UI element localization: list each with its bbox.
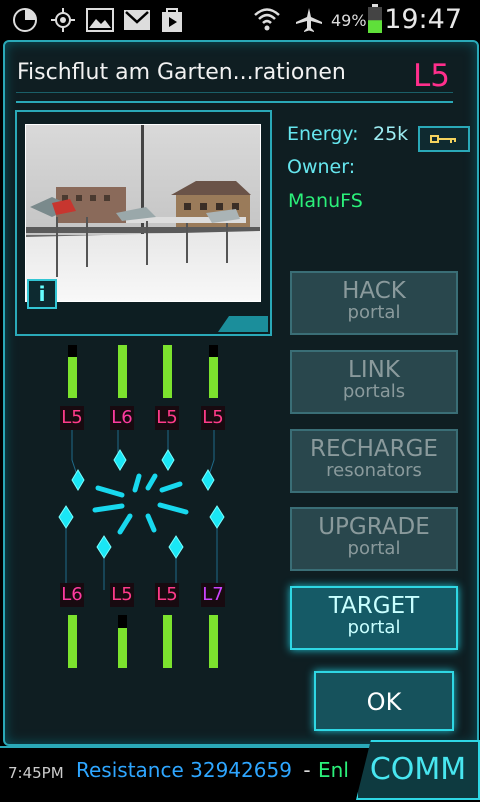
ticker-faction: Enl [318,758,349,782]
key-button[interactable] [418,126,470,152]
recharge-sublabel: resonators [326,460,422,481]
owner-name: ManuFS [288,190,363,212]
ok-button[interactable]: OK [314,671,454,731]
wifi-icon [254,8,280,31]
resonator-level-label: L5 [201,406,225,430]
resonator-node [58,505,74,529]
hack-label: HACK [342,278,406,304]
resonator-energy-bar [209,615,218,668]
link-portals-button[interactable]: LINK portals [290,350,458,414]
upgrade-portal-button[interactable]: UPGRADE portal [290,507,458,571]
resonator-energy-bar [68,357,77,398]
target-portal-button[interactable]: TARGET portal [290,586,458,650]
target-sublabel: portal [347,617,401,638]
ticker-time: 7:45PM [8,764,64,782]
energy-value: 25k [373,123,409,145]
gallery-icon [86,8,114,32]
resonator-level-label: L5 [155,583,179,607]
resonator-level-label: L5 [110,583,134,607]
title-divider-inner [16,92,453,93]
resonator-level-label: L6 [60,583,84,607]
resonator-level-label: L5 [60,406,84,430]
portal-title: Fischflut am Garten...rationen [17,60,346,85]
upgrade-sublabel: portal [347,538,401,559]
resonator-node [96,535,112,559]
hack-sublabel: portal [347,302,401,323]
title-divider [16,101,453,103]
play-store-icon [162,8,182,32]
ticker-dash: - [297,758,317,782]
resonator-node [71,469,85,491]
airplane-mode-icon [296,8,322,32]
info-button[interactable]: i [27,279,57,309]
battery-percent: 49% [331,11,367,30]
resonator-energy-bar [163,345,172,398]
resonator-level-label: L6 [110,406,134,430]
resonator-energy-bar [68,615,77,668]
portal-level-badge: L5 [413,58,450,94]
resonator-node [168,535,184,559]
resonator-node [113,449,127,471]
gmail-icon [124,10,150,30]
resonator-level-label: L5 [155,406,179,430]
portal-core-icon [92,473,189,535]
clock-icon [13,8,37,32]
energy-label: Energy: [287,123,359,145]
recharge-resonators-button[interactable]: RECHARGE resonators [290,429,458,493]
resonator-node [201,469,215,491]
battery-icon [368,4,382,33]
hack-portal-button[interactable]: HACK portal [290,271,458,335]
resonator-energy-bar [118,345,127,398]
upgrade-label: UPGRADE [318,514,430,540]
link-label: LINK [348,357,400,383]
portal-photo[interactable] [25,124,261,302]
resonator-energy-bar [118,628,127,668]
target-label: TARGET [328,593,420,619]
key-icon [430,135,456,143]
comm-button[interactable]: COMM [356,740,480,800]
resonator-energy-bar [209,357,218,398]
clock-time: 19:47 [384,4,462,35]
ticker-message: Resistance 32942659 [76,758,292,782]
owner-label: Owner: [287,156,356,178]
resonator-node [161,449,175,471]
resonator-level-label: L7 [201,583,225,607]
resonator-node [209,505,225,529]
status-bar: 49% 19:47 [0,0,480,38]
resonator-energy-bar [163,615,172,668]
gps-icon [51,8,75,32]
link-sublabel: portals [342,381,406,402]
recharge-label: RECHARGE [310,436,438,462]
